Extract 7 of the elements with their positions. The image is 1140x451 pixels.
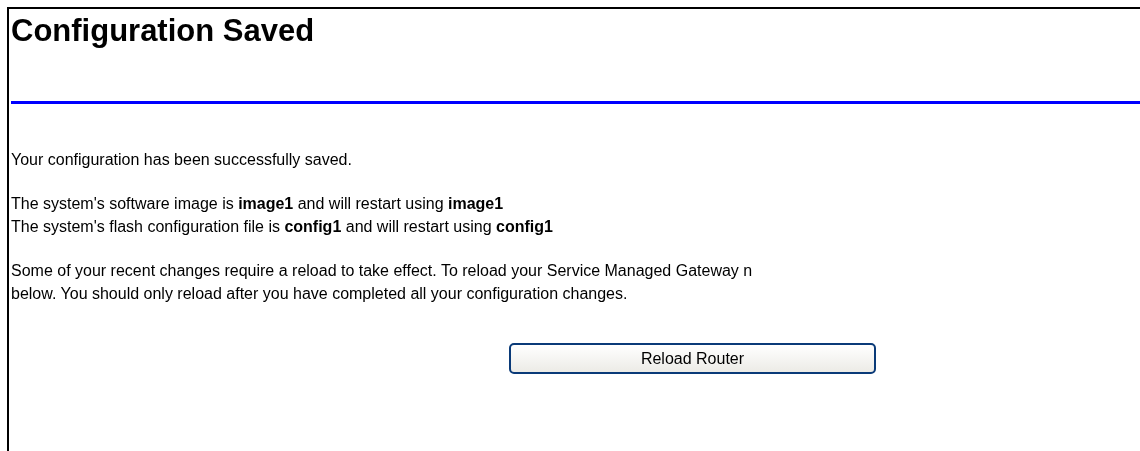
status-line: The system's flash configuration file is config1 and will restart using config1 (11, 217, 553, 237)
notice-text: below. You should only reload after you have completed all your configuration changes. (11, 284, 628, 304)
reload-button[interactable]: Reload Router (509, 343, 876, 374)
notice-text: Some of your recent changes require a reload to take effect. To reload your Service Managed Gateway n (11, 261, 753, 281)
page-title: Configuration Saved (10, 12, 315, 49)
status-line: The system's software image is image1 and will restart using image1 (11, 194, 504, 214)
status-message: Your configuration has been successfully saved. (11, 150, 352, 170)
